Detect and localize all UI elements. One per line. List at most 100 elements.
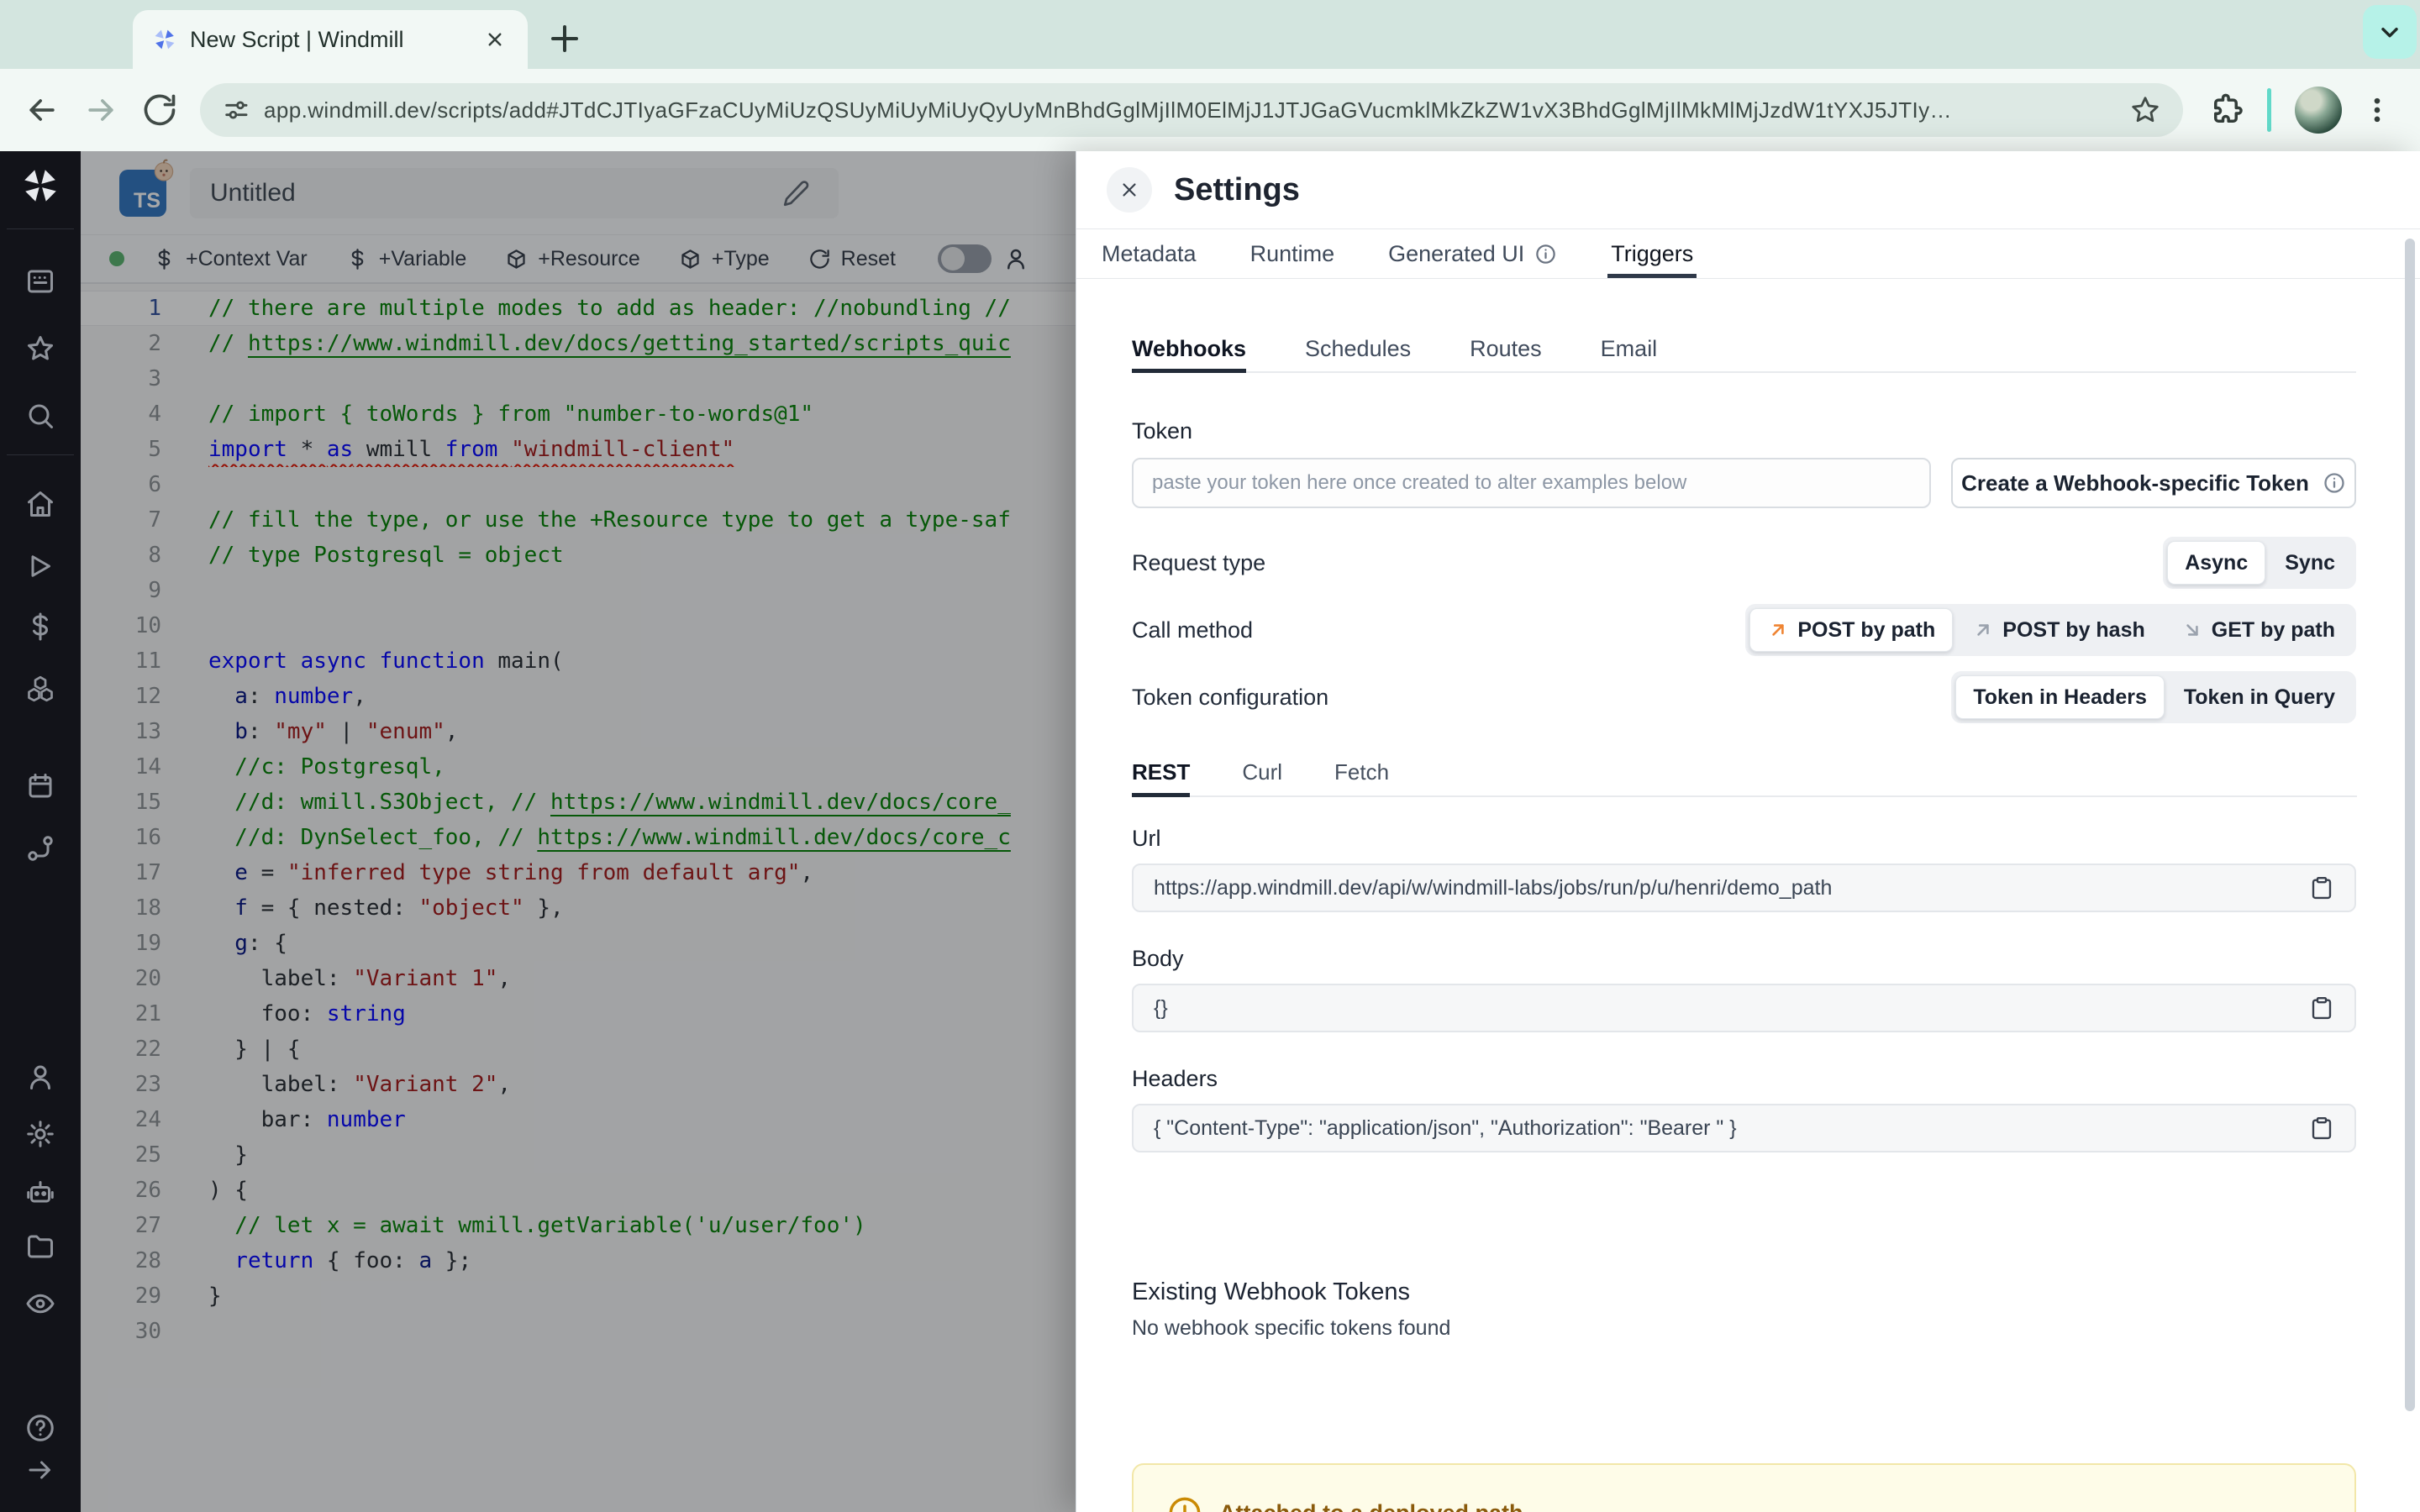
settings-header: Settings (1076, 151, 2420, 228)
dollar-icon (158, 248, 171, 270)
trigger-tabs: Webhooks Schedules Routes Email (1132, 326, 2356, 373)
panel-scrollbar[interactable] (2405, 239, 2415, 1411)
rail-divider (7, 228, 74, 229)
token-input[interactable] (1132, 458, 1931, 508)
close-settings-button[interactable] (1107, 167, 1152, 213)
extensions-icon[interactable] (2208, 92, 2244, 128)
script-summary-input[interactable]: Untitled (190, 167, 839, 218)
workers-bot-icon[interactable] (25, 1176, 55, 1206)
forward-icon[interactable] (82, 92, 119, 129)
tab-email[interactable]: Email (1601, 326, 1658, 371)
tab-close-icon[interactable] (482, 27, 508, 52)
reload-icon[interactable] (141, 92, 178, 129)
add-variable-button[interactable]: +Variable (346, 247, 466, 271)
folders-icon[interactable] (25, 1231, 55, 1262)
option-token-in-headers[interactable]: Token in Headers (1955, 675, 2165, 719)
line-number: 29 (134, 1284, 161, 1309)
site-settings-icon[interactable] (222, 96, 250, 124)
help-icon[interactable] (25, 1413, 55, 1443)
line-number: 1 (148, 296, 161, 321)
token-config-row: Token configuration Token in Headers Tok… (1132, 671, 2356, 723)
option-post-by-hash[interactable]: POST by hash (1955, 608, 2161, 652)
tab-webhooks[interactable]: Webhooks (1132, 326, 1247, 373)
schedules-icon[interactable] (25, 771, 55, 801)
line-number: 20 (134, 966, 161, 991)
browser-tab[interactable]: New Script | Windmill (133, 10, 528, 69)
home-icon[interactable] (25, 489, 55, 519)
package-icon (508, 249, 525, 269)
runs-icon[interactable] (25, 551, 55, 581)
reset-button[interactable]: Reset (808, 247, 896, 271)
settings-body: Webhooks Schedules Routes Email Token Cr… (1076, 326, 2420, 1512)
profile-avatar[interactable] (2295, 87, 2342, 134)
edit-pencil-icon[interactable] (781, 178, 812, 208)
create-webhook-token-button[interactable]: Create a Webhook-specific Token (1951, 458, 2356, 508)
line-number: 13 (134, 719, 161, 744)
settings-panel: Settings Metadata Runtime Generated UI T… (1076, 151, 2420, 1512)
line-number: 12 (134, 684, 161, 709)
line-number: 30 (134, 1319, 161, 1344)
line-number: 24 (134, 1107, 161, 1132)
typescript-badge: TS (119, 159, 174, 217)
call-method-segmented: POST by path POST by hash GET by path (1745, 604, 2356, 656)
add-type-button[interactable]: +Type (679, 247, 770, 271)
bookmark-star-icon[interactable] (2129, 94, 2161, 126)
line-number: 17 (134, 860, 161, 885)
toggle-knob (940, 247, 965, 270)
line-number: 8 (148, 543, 161, 568)
expand-sidebar-icon[interactable] (25, 1455, 55, 1485)
add-resource-button[interactable]: +Resource (505, 247, 640, 271)
flows-icon[interactable] (25, 833, 55, 864)
person-icon[interactable] (1003, 246, 1028, 271)
browser-tab-strip: New Script | Windmill (0, 0, 2420, 69)
left-rail (0, 151, 81, 1512)
headers-field[interactable]: { "Content-Type": "application/json", "A… (1132, 1104, 2356, 1152)
reset-icon (809, 249, 829, 269)
line-number: 23 (134, 1072, 161, 1097)
tab-schedules[interactable]: Schedules (1305, 326, 1411, 371)
toolbar-divider (2267, 88, 2271, 132)
option-post-by-path[interactable]: POST by path (1749, 608, 1954, 652)
tab-fetch[interactable]: Fetch (1334, 748, 1389, 795)
close-icon (1123, 183, 1136, 197)
settings-gear-icon[interactable] (25, 1119, 55, 1149)
tab-triggers[interactable]: Triggers (1607, 229, 1697, 278)
tab-generated-ui[interactable]: Generated UI (1388, 229, 1557, 278)
audit-eye-icon[interactable] (25, 1289, 55, 1319)
arrow-up-right-icon (1772, 624, 1785, 636)
tab-routes[interactable]: Routes (1470, 326, 1542, 371)
user-icon[interactable] (25, 1062, 55, 1092)
url-bar[interactable]: app.windmill.dev/scripts/add#JTdCJTIyaGF… (200, 83, 2183, 137)
body-label: Body (1132, 946, 1184, 971)
windmill-logo[interactable] (21, 166, 60, 205)
favorites-star-icon[interactable] (25, 333, 55, 364)
tab-curl[interactable]: Curl (1242, 748, 1282, 795)
tab-metadata[interactable]: Metadata (1102, 229, 1197, 278)
copy-clipboard-icon[interactable] (2309, 875, 2334, 900)
assistant-toggle[interactable] (937, 244, 992, 273)
search-icon[interactable] (25, 401, 55, 431)
browser-menu-icon[interactable] (2360, 93, 2394, 127)
line-number: 5 (148, 437, 161, 462)
back-icon[interactable] (24, 92, 60, 129)
option-get-by-path[interactable]: GET by path (2165, 608, 2352, 652)
copy-clipboard-icon[interactable] (2309, 1116, 2334, 1141)
variables-icon[interactable] (25, 612, 55, 642)
add-context-var-button[interactable]: +Context Var (153, 247, 308, 271)
resources-icon[interactable] (25, 674, 55, 704)
option-sync[interactable]: Sync (2268, 541, 2352, 585)
url-field[interactable]: https://app.windmill.dev/api/w/windmill-… (1132, 864, 2356, 912)
line-number: 26 (134, 1178, 161, 1203)
option-async[interactable]: Async (2167, 541, 2266, 585)
new-tab-button[interactable] (544, 18, 585, 59)
apps-icon[interactable] (25, 266, 55, 297)
tab-runtime[interactable]: Runtime (1250, 229, 1335, 278)
copy-clipboard-icon[interactable] (2309, 995, 2334, 1021)
option-token-in-query[interactable]: Token in Query (2167, 675, 2352, 719)
screen: New Script | Windmill app.windmill.dev/s… (0, 0, 2420, 1512)
typescript-badge-label: TS (134, 188, 160, 213)
tab-list-chevron-button[interactable] (2363, 5, 2417, 59)
url-label: Url (1132, 826, 1161, 851)
body-field[interactable]: {} (1132, 984, 2356, 1032)
tab-rest[interactable]: REST (1132, 748, 1191, 797)
